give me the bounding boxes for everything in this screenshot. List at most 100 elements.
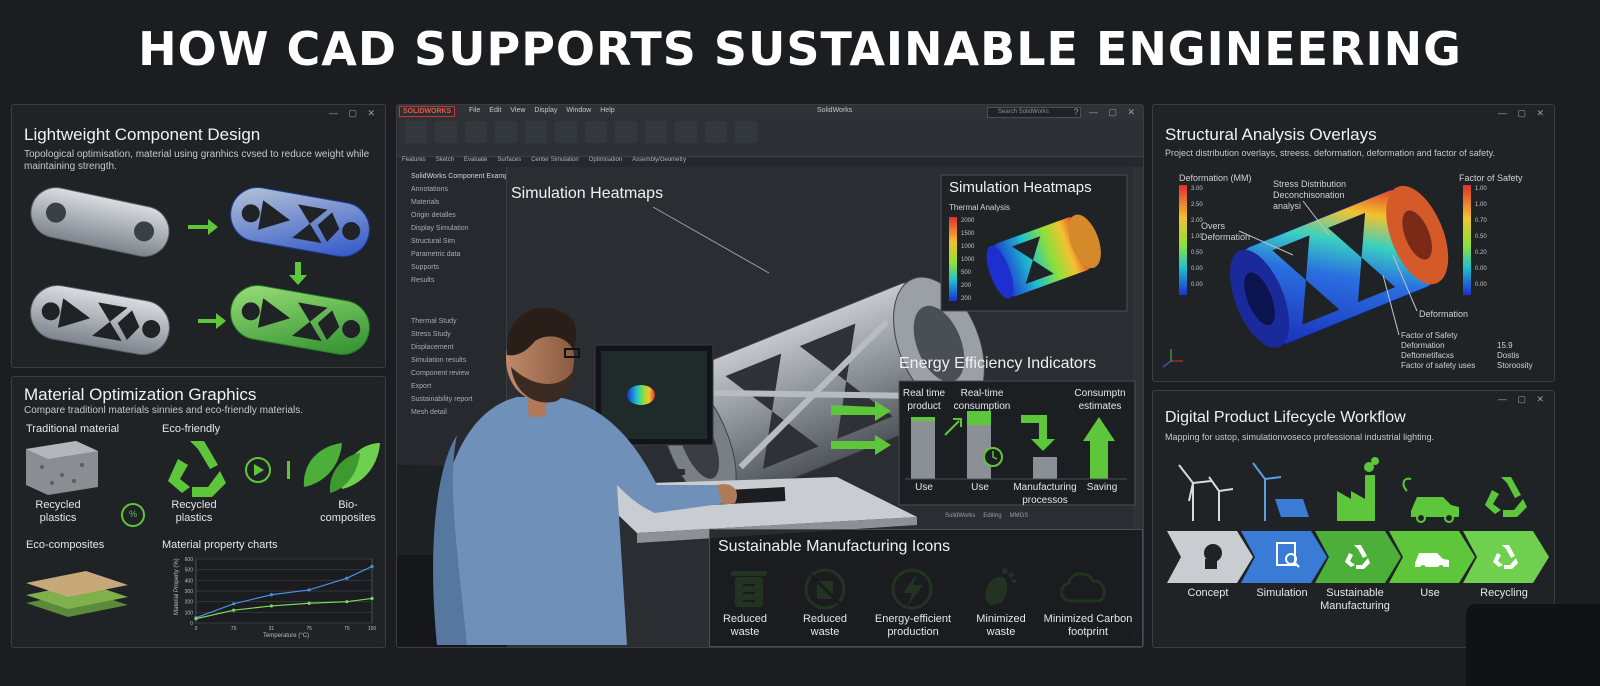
foam-block-icon [26, 441, 98, 495]
result-row: Factor of safety uses Storoosity [1401, 361, 1551, 371]
result-label: Deftometifacxs [1401, 351, 1454, 360]
recycle-icon [168, 441, 226, 497]
data-point [370, 596, 374, 601]
energy-title: Energy Efficiency Indicators [899, 355, 1097, 372]
thermal-tick: 500 [961, 270, 972, 276]
y-tick-label: 200 [185, 600, 194, 606]
y-tick-label: 0 [190, 621, 193, 627]
step-chevron[interactable] [1463, 531, 1549, 583]
optimized-part-green [230, 285, 370, 355]
fos-tick: 0.70 [1475, 218, 1487, 224]
fos-tick: 1.00 [1475, 186, 1487, 192]
chart-label: Material property charts [162, 539, 278, 551]
thermal-tick: 200 [961, 283, 972, 289]
callout-overs: Overs Deformation [1201, 221, 1251, 242]
lightweight-panel: — ▢ ✕ Lightweight Component Design Topol… [11, 104, 386, 368]
manufacturing-item-label: Energy-efficient production [874, 613, 952, 638]
corner-overlay [1466, 604, 1600, 686]
recycled-plastics-2-label: Recycled plastics [171, 499, 217, 524]
deformation-tick: 0.00 [1191, 282, 1203, 288]
ecocomposites-label: Eco-composites [26, 539, 105, 551]
result-value: Dostis [1497, 351, 1520, 360]
step-label-recycling: Recycling [1480, 587, 1528, 599]
leaf-icon [303, 443, 380, 493]
step-label-use: Use [1420, 587, 1440, 599]
material-property-chart: Material Property (%) 0 100 200 300 400 500 60… [174, 557, 377, 639]
solar-wind-icon [1252, 462, 1309, 521]
data-point [307, 588, 311, 592]
arrow-right-icon [198, 313, 226, 329]
thermal-tick: 2000 [961, 218, 975, 224]
thermal-tick: 200 [961, 296, 972, 302]
structural-panel: — ▢ ✕ Structural Analysis Overlays Proje… [1152, 104, 1555, 382]
energy-col1-bottom: Use [915, 482, 933, 493]
eco-composite-icon [26, 571, 128, 617]
recycle-icon [1485, 477, 1527, 517]
energy-col3-bottom: Manufacturing processos [1013, 482, 1077, 506]
callout-stress: Stress Distribution Deconchisonation ana… [1273, 179, 1347, 211]
chart-xlabel: Temperature (°C) [263, 633, 309, 639]
energy-col2-top: Real-time consumption [953, 388, 1011, 412]
result-value: 15.9 [1497, 341, 1513, 350]
step-chevron[interactable] [1241, 531, 1327, 583]
x-tick-label: 75 [306, 626, 312, 632]
result-row: Deformation 15.9 [1401, 341, 1551, 351]
y-tick-label: 300 [185, 589, 194, 595]
fos-tick: 0.00 [1475, 282, 1487, 288]
energy-col2-bottom: Use [971, 482, 989, 493]
arrow-right-icon [188, 219, 218, 235]
fos-scale-bar [1463, 185, 1471, 295]
step-chevron[interactable] [1315, 531, 1401, 583]
thermal-tick: 1000 [961, 244, 975, 250]
manufacturing-item-label: Minimized waste [976, 613, 1026, 638]
cad-statusbar: SolidWorks Editing MMGS [945, 513, 1028, 519]
energy-col4-bottom: Saving [1086, 482, 1118, 493]
optimized-part-grey [30, 285, 170, 355]
y-tick-label: 100 [185, 610, 194, 616]
result-label: Factor of safety uses [1401, 361, 1476, 370]
fos-tick: 0.20 [1475, 250, 1487, 256]
thermal-tick: 1000 [961, 257, 975, 263]
heatmap-title: Simulation Heatmaps [511, 185, 664, 202]
step-label-concept: Concept [1187, 587, 1229, 599]
x-tick-label: 150 [368, 626, 377, 632]
x-tick-label: 75 [231, 626, 237, 632]
fos-ticks: 1.00 1.00 0.70 0.50 0.20 0.00 0.00 [1475, 181, 1509, 293]
deformation-tick: 2.50 [1191, 202, 1203, 208]
y-tick-label: 600 [185, 557, 194, 563]
thermal-tick: 1500 [961, 231, 975, 237]
data-point [307, 601, 311, 605]
result-label: Deformation [1401, 341, 1445, 350]
data-point [232, 608, 236, 612]
deformation-tick: 0.50 [1191, 250, 1203, 256]
heatmap-popup-title: Simulation Heatmaps [949, 179, 1092, 196]
deformation-tick: 3.00 [1191, 186, 1203, 192]
manufacturing-title: Sustainable Manufacturing Icons [718, 538, 951, 555]
callout-deformation: Deformation [1419, 309, 1469, 319]
recycled-plastics-1-label: Recycled plastics [35, 499, 81, 524]
cad-window: SOLIDWORKS File Edit View Display Window Help… [396, 104, 1144, 648]
status-item: Editing [983, 513, 1002, 519]
factory-icon [1337, 457, 1379, 521]
page-title: HOW CAD SUPPORTS SUSTAINABLE ENGINEERING [138, 22, 1462, 76]
status-item[interactable]: MMGS [1010, 513, 1029, 519]
y-tick-label: 500 [185, 568, 194, 574]
result-label: Factor of Safety [1401, 331, 1458, 340]
data-point [232, 602, 236, 606]
manufacturing-item-label: Reduced waste [802, 613, 848, 638]
step-label-manufacturing: Sustainable Manufacturing [1320, 587, 1390, 612]
wind-turbine-icon [1178, 464, 1234, 521]
status-item: SolidWorks [945, 513, 976, 519]
fos-tick: 0.00 [1475, 266, 1487, 272]
data-point [370, 564, 374, 569]
result-row: Deftometifacxs Dostis [1401, 351, 1551, 361]
arrow-down-icon [289, 262, 307, 285]
y-tick-label: 400 [185, 578, 194, 584]
x-tick-label: 75 [344, 626, 350, 632]
chart-ylabel: Material Property (%) [174, 558, 180, 615]
manufacturing-item-label: Minimized Carbon footprint [1043, 613, 1133, 638]
deformation-tick: 0.00 [1191, 266, 1203, 272]
manufacturing-item-label: Reduced waste [722, 613, 768, 638]
solid-part [30, 187, 170, 257]
energy-col1-top: Real time product [902, 388, 946, 412]
